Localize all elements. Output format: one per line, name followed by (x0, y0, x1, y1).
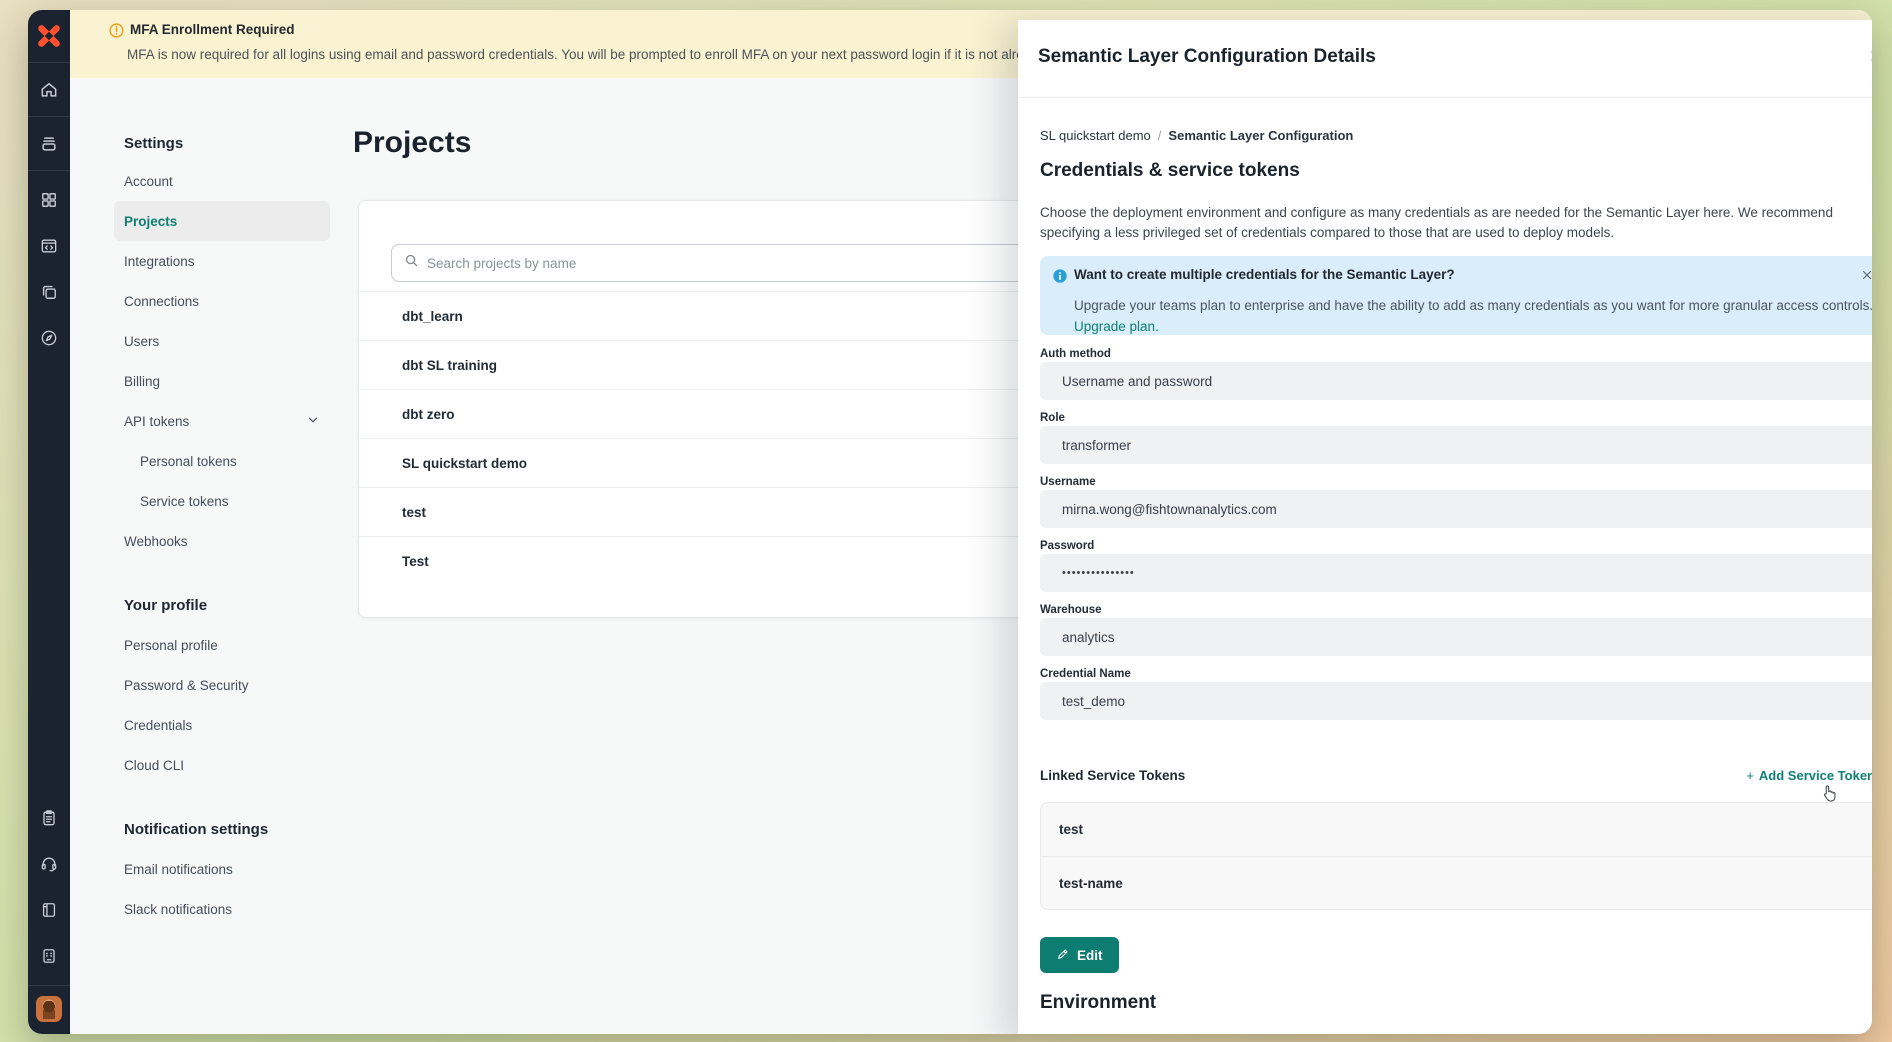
close-icon[interactable] (1868, 48, 1872, 69)
warehouse-field: analytics (1040, 618, 1872, 656)
password-field: ••••••••••••••• (1040, 554, 1872, 592)
warehouse-label: Warehouse (1040, 604, 1102, 616)
semantic-layer-panel: Semantic Layer Configuration Details SL … (1018, 20, 1872, 1034)
notebook-icon[interactable] (28, 887, 70, 933)
settings-nav-title: Settings (114, 125, 330, 161)
sidebar-item-webhooks[interactable]: Webhooks (114, 521, 330, 561)
add-service-token-button[interactable]: +Add Service Token (1746, 768, 1872, 783)
linked-service-tokens-title: Linked Service Tokens (1040, 768, 1185, 783)
sidebar-item-account[interactable]: Account (114, 161, 330, 201)
sidebar-item-cloud-cli[interactable]: Cloud CLI (114, 745, 330, 785)
edit-button[interactable]: Edit (1040, 937, 1119, 973)
upgrade-info-banner: Want to create multiple credentials for … (1040, 256, 1872, 335)
breadcrumb-project[interactable]: SL quickstart demo (1040, 128, 1151, 143)
sidebar-item-personal-tokens[interactable]: Personal tokens (114, 441, 330, 481)
sidebar-item-integrations[interactable]: Integrations (114, 241, 330, 281)
environment-section-title: Environment (1040, 992, 1156, 1014)
credential-name-label: Credential Name (1040, 668, 1131, 680)
page-title: Projects (353, 126, 471, 160)
sidebar-divider (28, 985, 70, 986)
sidebar-item-billing[interactable]: Billing (114, 361, 330, 401)
develop-icon[interactable] (28, 223, 70, 269)
sidebar-item-personal-profile[interactable]: Personal profile (114, 625, 330, 665)
role-field: transformer (1040, 426, 1872, 464)
pencil-icon (1056, 947, 1070, 964)
support-headset-icon[interactable] (28, 841, 70, 887)
username-field: mirna.wong@fishtownanalytics.com (1040, 490, 1872, 528)
mfa-banner-message: MFA is now required for all logins using… (127, 47, 1045, 62)
service-token-row[interactable]: test-name (1041, 856, 1872, 909)
dbt-logo[interactable] (28, 10, 70, 63)
breadcrumb: SL quickstart demo/Semantic Layer Config… (1040, 128, 1353, 143)
explore-icon[interactable] (28, 315, 70, 361)
mfa-banner-title: MFA Enrollment Required (130, 22, 295, 37)
credentials-section-desc: Choose the deployment environment and co… (1040, 203, 1872, 243)
sidebar-item-service-tokens[interactable]: Service tokens (114, 481, 330, 521)
username-label: Username (1040, 476, 1096, 488)
upgrade-plan-link[interactable]: Upgrade plan. (1074, 319, 1159, 334)
notifications-nav-title: Notification settings (114, 809, 330, 849)
warning-icon (108, 22, 125, 44)
breadcrumb-page: Semantic Layer Configuration (1168, 128, 1353, 143)
dashboard-icon[interactable] (28, 177, 70, 223)
sidebar-item-projects[interactable]: Projects (114, 201, 330, 241)
plus-icon: + (1746, 768, 1754, 783)
app-window: MFA Enrollment Required MFA is now requi… (28, 10, 1872, 1034)
deploy-icon[interactable] (28, 117, 70, 171)
sidebar-item-connections[interactable]: Connections (114, 281, 330, 321)
service-tokens-box: test test-name (1040, 802, 1872, 910)
search-icon (404, 253, 419, 273)
clipboard-icon[interactable] (28, 795, 70, 841)
service-token-row[interactable]: test (1041, 803, 1872, 856)
docs-icon[interactable] (28, 269, 70, 315)
sidebar-item-password-security[interactable]: Password & Security (114, 665, 330, 705)
profile-nav-title: Your profile (114, 585, 330, 625)
environment-section-desc: Select the deployment environment to run… (1040, 1032, 1469, 1034)
sidebar-item-api-tokens[interactable]: API tokens (114, 401, 330, 441)
app-sidebar (28, 10, 70, 1034)
credentials-section-title: Credentials & service tokens (1040, 160, 1300, 182)
password-label: Password (1040, 540, 1094, 552)
sidebar-item-slack-notifications[interactable]: Slack notifications (114, 889, 330, 929)
info-banner-close-icon[interactable] (1860, 268, 1872, 287)
directory-icon[interactable] (28, 933, 70, 979)
home-icon[interactable] (28, 63, 70, 117)
panel-title: Semantic Layer Configuration Details (1038, 46, 1376, 68)
sidebar-item-users[interactable]: Users (114, 321, 330, 361)
role-label: Role (1040, 412, 1065, 424)
auth-method-field: Username and password (1040, 362, 1872, 400)
user-avatar[interactable] (36, 996, 62, 1022)
info-banner-title: Want to create multiple credentials for … (1074, 267, 1455, 282)
panel-header-divider (1018, 97, 1872, 98)
info-icon (1052, 268, 1068, 289)
info-banner-body: Upgrade your teams plan to enterprise an… (1074, 298, 1872, 313)
sidebar-item-credentials[interactable]: Credentials (114, 705, 330, 745)
auth-method-label: Auth method (1040, 348, 1111, 360)
sidebar-item-email-notifications[interactable]: Email notifications (114, 849, 330, 889)
credential-name-field: test_demo (1040, 682, 1872, 720)
settings-nav: Settings Account Projects Integrations C… (114, 125, 330, 929)
chevron-down-icon (306, 413, 320, 430)
